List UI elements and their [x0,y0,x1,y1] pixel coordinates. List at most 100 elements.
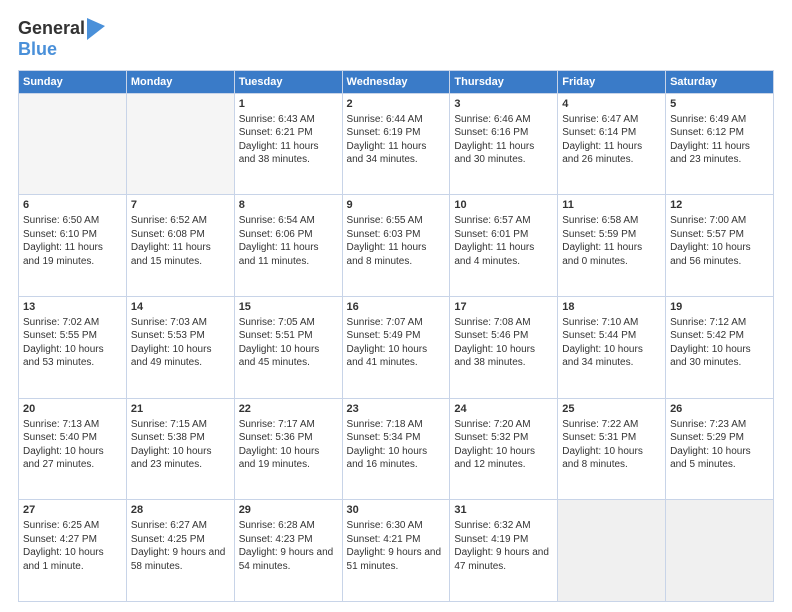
day-info: Sunrise: 6:55 AMSunset: 6:03 PMDaylight:… [347,214,446,268]
day-header-friday: Friday [558,70,666,93]
day-number: 20 [23,402,122,417]
calendar-cell: 26Sunrise: 7:23 AMSunset: 5:29 PMDayligh… [666,398,774,500]
calendar-cell: 9Sunrise: 6:55 AMSunset: 6:03 PMDaylight… [342,195,450,297]
calendar-cell: 1Sunrise: 6:43 AMSunset: 6:21 PMDaylight… [234,93,342,195]
calendar-cell: 31Sunrise: 6:32 AMSunset: 4:19 PMDayligh… [450,500,558,602]
day-info: Sunrise: 6:25 AMSunset: 4:27 PMDaylight:… [23,519,122,573]
calendar-cell: 23Sunrise: 7:18 AMSunset: 5:34 PMDayligh… [342,398,450,500]
day-number: 11 [562,198,661,213]
day-number: 18 [562,300,661,315]
day-number: 21 [131,402,230,417]
day-info: Sunrise: 7:20 AMSunset: 5:32 PMDaylight:… [454,418,553,472]
calendar-cell: 29Sunrise: 6:28 AMSunset: 4:23 PMDayligh… [234,500,342,602]
day-number: 4 [562,97,661,112]
day-info: Sunrise: 7:12 AMSunset: 5:42 PMDaylight:… [670,316,769,370]
calendar-week-3: 20Sunrise: 7:13 AMSunset: 5:40 PMDayligh… [19,398,774,500]
calendar-cell: 10Sunrise: 6:57 AMSunset: 6:01 PMDayligh… [450,195,558,297]
day-info: Sunrise: 7:03 AMSunset: 5:53 PMDaylight:… [131,316,230,370]
calendar-cell: 18Sunrise: 7:10 AMSunset: 5:44 PMDayligh… [558,297,666,399]
calendar-cell: 30Sunrise: 6:30 AMSunset: 4:21 PMDayligh… [342,500,450,602]
day-info: Sunrise: 6:44 AMSunset: 6:19 PMDaylight:… [347,113,446,167]
day-info: Sunrise: 6:28 AMSunset: 4:23 PMDaylight:… [239,519,338,573]
day-info: Sunrise: 6:46 AMSunset: 6:16 PMDaylight:… [454,113,553,167]
day-number: 3 [454,97,553,112]
calendar-cell: 24Sunrise: 7:20 AMSunset: 5:32 PMDayligh… [450,398,558,500]
calendar-cell [19,93,127,195]
calendar-week-4: 27Sunrise: 6:25 AMSunset: 4:27 PMDayligh… [19,500,774,602]
day-number: 9 [347,198,446,213]
day-info: Sunrise: 7:02 AMSunset: 5:55 PMDaylight:… [23,316,122,370]
calendar-cell [126,93,234,195]
calendar-week-1: 6Sunrise: 6:50 AMSunset: 6:10 PMDaylight… [19,195,774,297]
calendar-cell: 6Sunrise: 6:50 AMSunset: 6:10 PMDaylight… [19,195,127,297]
day-info: Sunrise: 6:49 AMSunset: 6:12 PMDaylight:… [670,113,769,167]
calendar-cell: 2Sunrise: 6:44 AMSunset: 6:19 PMDaylight… [342,93,450,195]
day-number: 27 [23,503,122,518]
calendar-cell: 14Sunrise: 7:03 AMSunset: 5:53 PMDayligh… [126,297,234,399]
day-info: Sunrise: 7:00 AMSunset: 5:57 PMDaylight:… [670,214,769,268]
day-number: 14 [131,300,230,315]
day-number: 23 [347,402,446,417]
day-info: Sunrise: 7:05 AMSunset: 5:51 PMDaylight:… [239,316,338,370]
calendar-cell: 27Sunrise: 6:25 AMSunset: 4:27 PMDayligh… [19,500,127,602]
day-info: Sunrise: 7:07 AMSunset: 5:49 PMDaylight:… [347,316,446,370]
calendar-cell: 21Sunrise: 7:15 AMSunset: 5:38 PMDayligh… [126,398,234,500]
day-header-saturday: Saturday [666,70,774,93]
calendar-cell: 22Sunrise: 7:17 AMSunset: 5:36 PMDayligh… [234,398,342,500]
calendar-cell: 19Sunrise: 7:12 AMSunset: 5:42 PMDayligh… [666,297,774,399]
calendar-cell [666,500,774,602]
day-info: Sunrise: 7:10 AMSunset: 5:44 PMDaylight:… [562,316,661,370]
day-info: Sunrise: 6:54 AMSunset: 6:06 PMDaylight:… [239,214,338,268]
day-info: Sunrise: 6:58 AMSunset: 5:59 PMDaylight:… [562,214,661,268]
calendar-cell: 3Sunrise: 6:46 AMSunset: 6:16 PMDaylight… [450,93,558,195]
logo: General Blue [18,18,105,60]
calendar-header-row: SundayMondayTuesdayWednesdayThursdayFrid… [19,70,774,93]
day-number: 22 [239,402,338,417]
calendar-cell: 12Sunrise: 7:00 AMSunset: 5:57 PMDayligh… [666,195,774,297]
calendar-cell: 25Sunrise: 7:22 AMSunset: 5:31 PMDayligh… [558,398,666,500]
day-info: Sunrise: 7:08 AMSunset: 5:46 PMDaylight:… [454,316,553,370]
day-info: Sunrise: 7:15 AMSunset: 5:38 PMDaylight:… [131,418,230,472]
page: General Blue SundayMondayTuesdayWednesda… [0,0,792,612]
day-header-monday: Monday [126,70,234,93]
day-info: Sunrise: 6:50 AMSunset: 6:10 PMDaylight:… [23,214,122,268]
calendar-cell: 5Sunrise: 6:49 AMSunset: 6:12 PMDaylight… [666,93,774,195]
header: General Blue [18,18,774,60]
calendar-cell: 4Sunrise: 6:47 AMSunset: 6:14 PMDaylight… [558,93,666,195]
day-number: 16 [347,300,446,315]
day-info: Sunrise: 6:47 AMSunset: 6:14 PMDaylight:… [562,113,661,167]
calendar-cell: 15Sunrise: 7:05 AMSunset: 5:51 PMDayligh… [234,297,342,399]
day-info: Sunrise: 6:52 AMSunset: 6:08 PMDaylight:… [131,214,230,268]
day-number: 15 [239,300,338,315]
calendar-week-2: 13Sunrise: 7:02 AMSunset: 5:55 PMDayligh… [19,297,774,399]
day-info: Sunrise: 6:32 AMSunset: 4:19 PMDaylight:… [454,519,553,573]
day-number: 10 [454,198,553,213]
calendar-cell: 13Sunrise: 7:02 AMSunset: 5:55 PMDayligh… [19,297,127,399]
day-number: 25 [562,402,661,417]
day-number: 8 [239,198,338,213]
logo-text-general: General [18,19,85,39]
calendar-cell: 11Sunrise: 6:58 AMSunset: 5:59 PMDayligh… [558,195,666,297]
day-number: 13 [23,300,122,315]
logo-text-blue: Blue [18,40,57,60]
day-number: 1 [239,97,338,112]
calendar-week-0: 1Sunrise: 6:43 AMSunset: 6:21 PMDaylight… [19,93,774,195]
day-header-wednesday: Wednesday [342,70,450,93]
calendar-cell: 20Sunrise: 7:13 AMSunset: 5:40 PMDayligh… [19,398,127,500]
day-info: Sunrise: 6:43 AMSunset: 6:21 PMDaylight:… [239,113,338,167]
calendar-cell: 8Sunrise: 6:54 AMSunset: 6:06 PMDaylight… [234,195,342,297]
day-info: Sunrise: 6:30 AMSunset: 4:21 PMDaylight:… [347,519,446,573]
day-info: Sunrise: 7:22 AMSunset: 5:31 PMDaylight:… [562,418,661,472]
day-number: 5 [670,97,769,112]
day-number: 28 [131,503,230,518]
day-number: 7 [131,198,230,213]
day-info: Sunrise: 7:17 AMSunset: 5:36 PMDaylight:… [239,418,338,472]
day-header-thursday: Thursday [450,70,558,93]
day-header-sunday: Sunday [19,70,127,93]
day-info: Sunrise: 6:57 AMSunset: 6:01 PMDaylight:… [454,214,553,268]
day-number: 19 [670,300,769,315]
calendar-cell: 28Sunrise: 6:27 AMSunset: 4:25 PMDayligh… [126,500,234,602]
day-number: 31 [454,503,553,518]
day-number: 6 [23,198,122,213]
day-info: Sunrise: 7:23 AMSunset: 5:29 PMDaylight:… [670,418,769,472]
